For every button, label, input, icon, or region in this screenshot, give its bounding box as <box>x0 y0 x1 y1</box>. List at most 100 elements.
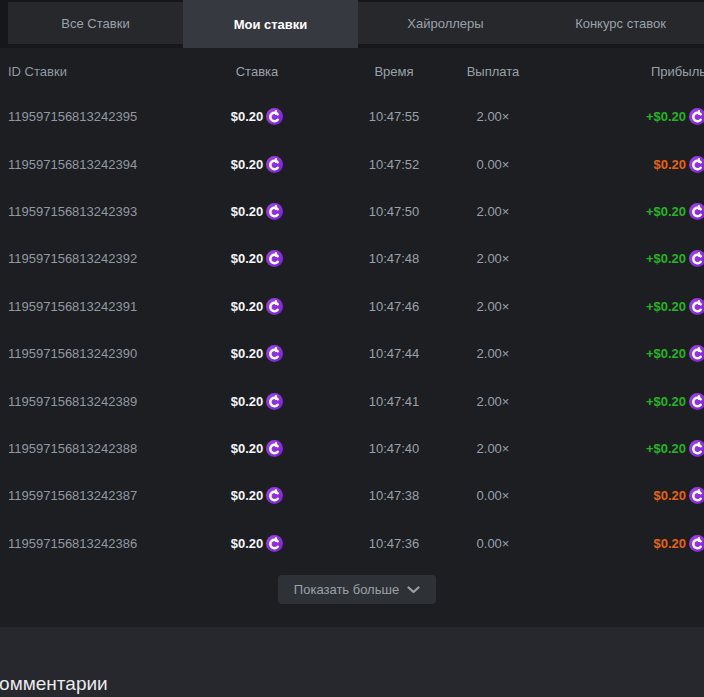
bet-amount-cell: $0.20 <box>208 250 306 267</box>
bet-time-cell: 10:47:36 <box>330 536 458 551</box>
coin-icon <box>266 535 283 552</box>
profit-amount: +$0.20 <box>646 109 686 124</box>
bet-id-cell: 119597156813242386 <box>8 536 208 551</box>
coin-icon <box>689 250 704 267</box>
chevron-down-icon <box>407 586 420 594</box>
bet-time-cell: 10:47:50 <box>330 204 458 219</box>
bet-payout-cell: 2.00× <box>458 299 528 314</box>
bet-payout-cell: 2.00× <box>458 251 528 266</box>
bet-id-cell: 119597156813242390 <box>8 346 208 361</box>
profit-amount: +$0.20 <box>646 394 686 409</box>
bet-amount: $0.20 <box>231 441 264 456</box>
bet-amount-cell: $0.20 <box>208 108 306 125</box>
table-body: 119597156813242395$0.2010:47:552.00×+$0.… <box>0 93 704 567</box>
bet-row: 119597156813242391$0.2010:47:462.00×+$0.… <box>0 283 704 330</box>
bet-id-cell: 119597156813242394 <box>8 157 208 172</box>
bet-amount-cell: $0.20 <box>208 298 306 315</box>
coin-icon <box>266 298 283 315</box>
bet-row: 119597156813242388$0.2010:47:402.00×+$0.… <box>0 425 704 472</box>
coin-icon <box>266 440 283 457</box>
bets-table: ID Ставки Ставка Время Выплата Прибыль 1… <box>0 48 704 627</box>
bet-id-cell: 119597156813242393 <box>8 204 208 219</box>
header-profit: Прибыль <box>528 64 704 79</box>
bet-profit-cell: +$0.20 <box>528 345 704 362</box>
coin-icon <box>266 203 283 220</box>
bet-amount: $0.20 <box>231 346 264 361</box>
coin-icon <box>689 203 704 220</box>
coin-icon <box>689 535 704 552</box>
bet-profit-cell: +$0.20 <box>528 298 704 315</box>
bet-time-cell: 10:47:55 <box>330 109 458 124</box>
bet-time-cell: 10:47:44 <box>330 346 458 361</box>
bet-time-cell: 10:47:38 <box>330 488 458 503</box>
bet-amount-cell: $0.20 <box>208 345 306 362</box>
tab-all-bets[interactable]: Все Ставки <box>8 2 183 44</box>
coin-icon <box>689 156 704 173</box>
bet-profit-cell: +$0.20 <box>528 393 704 410</box>
profit-amount: +$0.20 <box>646 441 686 456</box>
bet-profit-cell: +$0.20 <box>528 203 704 220</box>
comments-title: Комментарии <box>0 673 108 695</box>
coin-icon <box>689 487 704 504</box>
show-more-label: Показать больше <box>294 582 399 597</box>
bet-row: 119597156813242390$0.2010:47:442.00×+$0.… <box>0 330 704 377</box>
bet-time-cell: 10:47:41 <box>330 394 458 409</box>
coin-icon <box>689 345 704 362</box>
bet-row: 119597156813242393 $0.20 10:47:502.00× +$0.… <box>0 188 704 235</box>
bet-profit-cell: $0.20 <box>528 487 704 504</box>
bet-amount-cell: $0.20 <box>208 203 306 220</box>
profit-amount: $0.20 <box>653 536 686 551</box>
coin-icon <box>689 108 704 125</box>
bet-amount: $0.20 <box>231 299 264 314</box>
bet-row: 119597156813242389$0.2010:47:412.00×+$0.… <box>0 377 704 424</box>
bet-amount-cell: $0.20 <box>208 535 306 552</box>
bet-payout-cell: 0.00× <box>458 157 528 172</box>
bet-payout-cell: 0.00× <box>458 488 528 503</box>
bet-amount: $0.20 <box>231 394 264 409</box>
bet-payout-cell: 2.00× <box>458 204 528 219</box>
tab-bet-contest[interactable]: Конкурс ставок <box>533 2 704 44</box>
bet-amount-cell: $0.20 <box>208 393 306 410</box>
bet-id-cell: 119597156813242395 <box>8 109 208 124</box>
bet-time-cell: 10:47:46 <box>330 299 458 314</box>
coin-icon <box>266 108 283 125</box>
bet-profit-cell: +$0.20 <box>528 108 704 125</box>
tab-my-bets[interactable]: Мои ставки <box>183 0 358 48</box>
coin-icon <box>266 487 283 504</box>
bet-time-cell: 10:47:52 <box>330 157 458 172</box>
bet-amount: $0.20 <box>231 157 264 172</box>
bet-row: 119597156813242395 $0.20 10:47:552.00× +$0.… <box>0 93 704 140</box>
bet-row: 119597156813242394$0.2010:47:520.00×$0.2… <box>0 140 704 187</box>
coin-icon <box>266 250 283 267</box>
bet-amount-cell: $0.20 <box>208 487 306 504</box>
bet-id-cell: 119597156813242387 <box>8 488 208 503</box>
tab-highrollers[interactable]: Хайроллеры <box>358 2 533 44</box>
coin-icon <box>266 345 283 362</box>
bet-amount-cell: $0.20 <box>208 440 306 457</box>
bet-row: 119597156813242392$0.2010:47:482.00×+$0.… <box>0 235 704 282</box>
bet-time-cell: 10:47:40 <box>330 441 458 456</box>
header-bet-id: ID Ставки <box>8 64 208 79</box>
coin-icon <box>266 393 283 410</box>
bet-id-cell: 119597156813242389 <box>8 394 208 409</box>
bet-amount: $0.20 <box>231 204 264 219</box>
bet-payout-cell: 2.00× <box>458 109 528 124</box>
header-payout: Выплата <box>458 64 528 79</box>
show-more-button[interactable]: Показать больше <box>278 575 436 604</box>
bet-payout-cell: 0.00× <box>458 536 528 551</box>
table-header-row: ID Ставки Ставка Время Выплата Прибыль <box>0 58 704 84</box>
header-time: Время <box>330 64 458 79</box>
bet-row: 119597156813242387$0.2010:47:380.00×$0.2… <box>0 472 704 519</box>
bet-amount: $0.20 <box>231 109 264 124</box>
bet-payout-cell: 2.00× <box>458 441 528 456</box>
bet-amount: $0.20 <box>231 536 264 551</box>
bets-tabbar: Все Ставки Мои ставки Хайроллеры Конкурс… <box>8 2 704 44</box>
bet-amount: $0.20 <box>231 251 264 266</box>
coin-icon <box>689 298 704 315</box>
bet-profit-cell: +$0.20 <box>528 440 704 457</box>
profit-amount: +$0.20 <box>646 251 686 266</box>
bet-profit-cell: $0.20 <box>528 535 704 552</box>
profit-amount: +$0.20 <box>646 346 686 361</box>
profit-amount: +$0.20 <box>646 204 686 219</box>
bet-profit-cell: +$0.20 <box>528 250 704 267</box>
